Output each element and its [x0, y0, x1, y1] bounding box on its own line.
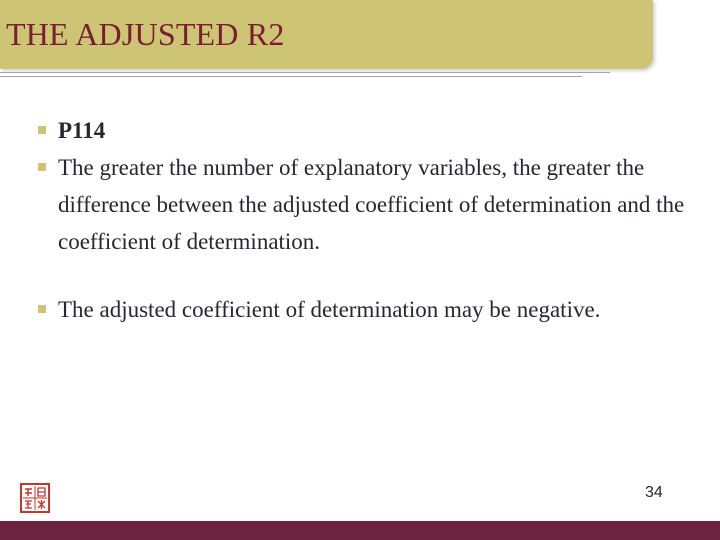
list-item: P114	[36, 112, 696, 149]
square-bullet-icon	[38, 305, 46, 313]
square-bullet-icon	[38, 163, 46, 171]
seal-stamp-icon	[20, 483, 50, 513]
list-item: The adjusted coefficient of determinatio…	[36, 291, 696, 328]
list-item: The greater the number of explanatory va…	[36, 149, 696, 260]
footer-bar	[0, 521, 720, 540]
divider-line	[0, 76, 582, 77]
square-bullet-icon	[38, 126, 46, 134]
slide-title: THE ADJUSTED R2	[6, 16, 285, 52]
bullet-list: P114 The greater the number of explanato…	[36, 112, 696, 328]
bullet-text: The greater the number of explanatory va…	[58, 155, 685, 254]
slide-number: 34	[645, 484, 663, 501]
title-bar: THE ADJUSTED R2	[0, 0, 653, 69]
bullet-text: The adjusted coefficient of determinatio…	[58, 297, 601, 322]
divider-line	[0, 72, 610, 73]
bullet-text: P114	[58, 118, 106, 143]
